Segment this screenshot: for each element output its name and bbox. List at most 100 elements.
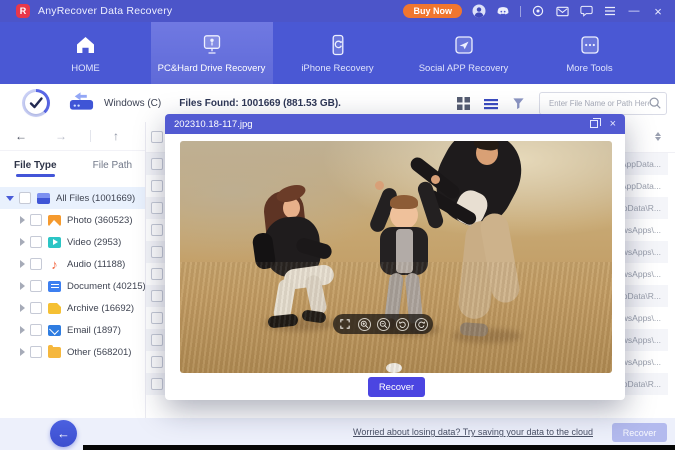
nav-tab-pc-hard-drive-recovery[interactable]: PC&Hard Drive Recovery [151, 22, 273, 84]
email-icon [48, 325, 61, 336]
drive-icon [37, 193, 50, 204]
tree-item-other[interactable]: Other (568201) [0, 341, 145, 363]
iphone-icon [326, 33, 350, 57]
photo-shape [431, 175, 440, 184]
search-icon[interactable] [648, 96, 662, 110]
tree-item-email[interactable]: Email (1897) [0, 319, 145, 341]
menu-icon[interactable] [603, 4, 617, 18]
sort-button[interactable] [653, 131, 663, 142]
checkbox[interactable] [151, 312, 163, 324]
preview-recover-button[interactable]: Recover [368, 377, 425, 397]
checkbox[interactable] [151, 268, 163, 280]
tree-item-drive[interactable]: All Files (1001669) [0, 187, 145, 209]
caret-right-icon[interactable] [20, 348, 25, 356]
audio-icon: ♪ [48, 259, 61, 270]
caret-right-icon[interactable] [20, 304, 25, 312]
checkbox[interactable] [30, 346, 42, 358]
caret-right-icon[interactable] [20, 216, 25, 224]
checkbox[interactable] [30, 280, 42, 292]
caret-right-icon[interactable] [20, 326, 25, 334]
sidebar-tabs: File Type File Path [0, 151, 145, 179]
photo-shape [375, 181, 384, 190]
checkbox[interactable] [151, 224, 163, 236]
checkbox[interactable] [30, 236, 42, 248]
pc-hard-drive-icon [200, 33, 224, 57]
cloud-backup-link[interactable]: Worried about losing data? Try saving yo… [353, 427, 593, 437]
chat-icon[interactable] [579, 4, 593, 18]
avatar-icon[interactable] [472, 4, 486, 18]
photo-shape [390, 195, 418, 209]
tree-item-document[interactable]: Document (40215) [0, 275, 145, 297]
checkbox[interactable] [151, 158, 163, 170]
nav-tab-iphone-recovery[interactable]: iPhone Recovery [277, 22, 399, 84]
checkbox[interactable] [151, 356, 163, 368]
discord-icon[interactable] [496, 4, 510, 18]
footer-back-button[interactable]: ← [50, 420, 77, 447]
caret-right-icon[interactable] [20, 238, 25, 246]
tree-item-archive[interactable]: Archive (16692) [0, 297, 145, 319]
tree-item-video[interactable]: Video (2953) [0, 231, 145, 253]
zoom-out-button[interactable] [377, 318, 390, 331]
back-button[interactable]: ← [14, 129, 28, 143]
rotate-right-button[interactable] [415, 318, 428, 331]
footer-recover-button[interactable]: Recover [612, 423, 667, 442]
fit-screen-button[interactable] [339, 318, 352, 331]
filter-icon[interactable] [512, 97, 525, 110]
tree-item-photo[interactable]: Photo (360523) [0, 209, 145, 231]
checkbox[interactable] [30, 258, 42, 270]
nav-tab-label: Social APP Recovery [419, 63, 509, 74]
checkbox[interactable] [151, 202, 163, 214]
photo-shape [386, 363, 402, 373]
tree-item-audio[interactable]: ♪ Audio (11188) [0, 253, 145, 275]
mail-icon[interactable] [555, 4, 569, 18]
forward-button[interactable]: → [54, 129, 68, 143]
checkbox[interactable] [30, 302, 42, 314]
list-view-button[interactable] [484, 98, 498, 110]
archive-icon [48, 303, 61, 314]
support-icon[interactable] [531, 4, 545, 18]
preview-modal: 202310.18-117.jpg × Recover [165, 114, 625, 400]
checkbox[interactable] [151, 246, 163, 258]
rotate-left-button[interactable] [396, 318, 409, 331]
nav-tab-label: More Tools [566, 63, 612, 74]
photo-shape [396, 229, 413, 273]
nav-tab-label: PC&Hard Drive Recovery [158, 63, 266, 74]
checkbox[interactable] [30, 214, 42, 226]
caret-right-icon[interactable] [20, 282, 25, 290]
tree-item-label: Archive (16692) [67, 303, 134, 314]
checkbox[interactable] [151, 378, 163, 390]
preview-filename: 202310.18-117.jpg [174, 119, 253, 130]
maximize-button[interactable] [590, 120, 598, 128]
caret-right-icon[interactable] [20, 260, 25, 268]
checkbox[interactable] [19, 192, 31, 204]
nav-tab-home[interactable]: HOME [25, 22, 147, 84]
tab-file-path[interactable]: File Path [93, 160, 132, 171]
buy-now-button[interactable]: Buy Now [403, 4, 462, 18]
home-icon [75, 33, 96, 57]
photo-shape [272, 278, 296, 322]
caret-down-icon[interactable] [6, 196, 14, 201]
tab-file-type[interactable]: File Type [14, 160, 57, 171]
nav-tab-social-app-recovery[interactable]: Social APP Recovery [403, 22, 525, 84]
up-button[interactable]: ↑ [109, 129, 123, 143]
checkbox[interactable] [151, 180, 163, 192]
titlebar-separator [520, 6, 521, 17]
nav-tab-more-tools[interactable]: More Tools [529, 22, 651, 84]
preview-close-button[interactable]: × [610, 119, 616, 130]
checkbox[interactable] [151, 334, 163, 346]
checkbox[interactable] [30, 324, 42, 336]
video-icon [48, 237, 61, 248]
zoom-in-button[interactable] [358, 318, 371, 331]
viewer-toolbar [333, 314, 433, 334]
document-icon [48, 281, 61, 292]
titlebar: R AnyRecover Data Recovery Buy Now [0, 0, 675, 22]
select-all-checkbox[interactable] [151, 131, 163, 143]
search-input[interactable] [547, 98, 651, 109]
screen-edge-artifact [83, 445, 675, 450]
grid-view-button[interactable] [457, 97, 470, 110]
app-title: AnyRecover Data Recovery [38, 5, 172, 17]
checkbox[interactable] [151, 290, 163, 302]
close-button[interactable]: × [651, 4, 665, 18]
tree-item-label: Audio (11188) [67, 259, 125, 270]
minimize-button[interactable]: — [627, 4, 641, 18]
